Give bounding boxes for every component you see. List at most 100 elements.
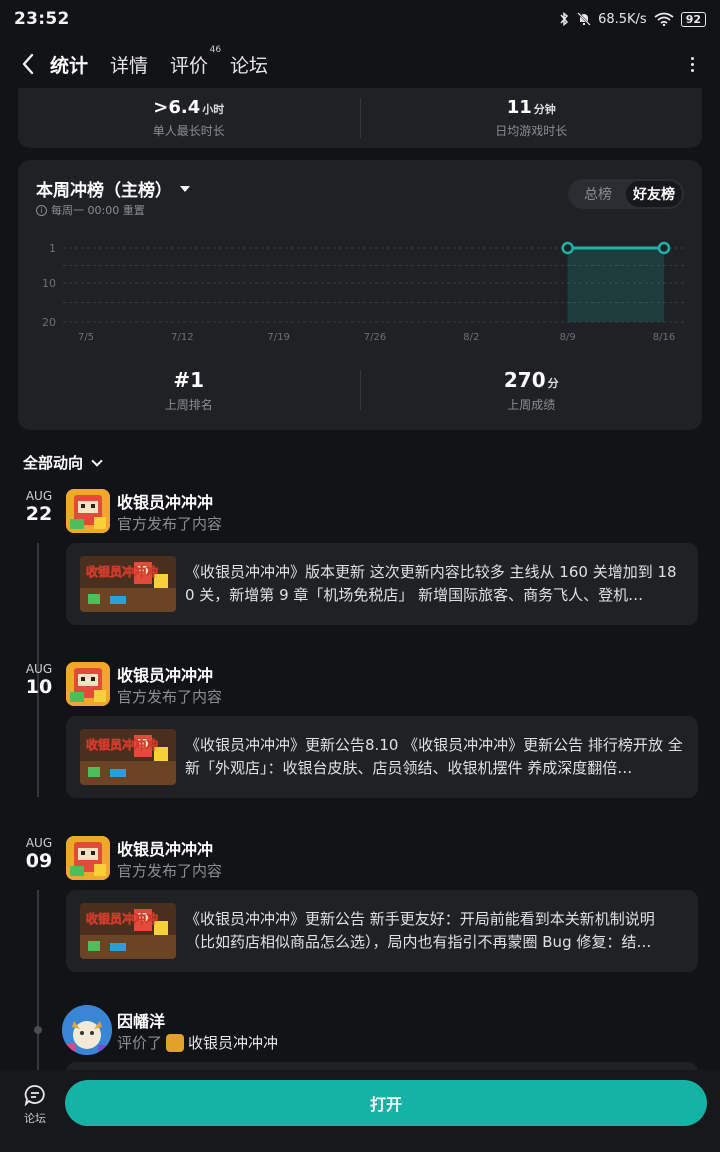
post-card[interactable]: 收银员冲冲冲 《收银员冲冲冲》更新公告8.10 《收银员冲冲冲》更新公告 排行榜… — [66, 716, 698, 798]
info-icon: i — [36, 204, 47, 216]
feed-action-text: 官方发布了内容 — [117, 862, 223, 880]
post-card[interactable]: 收银员冲冲冲 《收银员冲冲冲》版本更新 这次更新内容比较多 主线从 160 关增… — [66, 543, 698, 625]
reviews-count-badge: 46 — [209, 44, 222, 55]
user-avatar-image — [62, 1005, 112, 1055]
chevron-left-icon — [22, 53, 34, 75]
ranking-reset-note: i 每周一 00:00 重置 — [36, 202, 145, 218]
post-thumbnail: 收银员冲冲冲 — [80, 556, 176, 612]
seg-total-rank[interactable]: 总榜 — [570, 181, 626, 207]
max-time-unit: 小时 — [202, 103, 225, 116]
max-time-label: 单人最长时长 — [152, 124, 225, 138]
post-thumbnail: 收银员冲冲冲 — [80, 729, 176, 785]
thumbnail-image: 收银员冲冲冲 — [80, 556, 176, 612]
y-tick-label: 10 — [42, 277, 56, 290]
y-tick-label: 1 — [49, 242, 56, 255]
date-day: 22 — [25, 503, 53, 525]
daily-time-stat: 11 分钟 日均游戏时长 — [361, 88, 703, 148]
caret-down-icon — [180, 185, 190, 192]
battery-indicator: 92 — [680, 11, 706, 27]
last-week-rank-stat: #1 上周排名 — [18, 360, 360, 420]
thumbnail-title: 收银员冲冲冲 — [86, 911, 158, 926]
post-text: 《收银员冲冲冲》更新公告8.10 《收银员冲冲冲》更新公告 排行榜开放 全新「外… — [185, 736, 683, 777]
feed-action-text: 评价了 — [117, 1034, 163, 1052]
last-week-rank: #1 — [173, 367, 205, 392]
max-time-stat: >6.4 小时 单人最长时长 — [18, 88, 360, 148]
game-logo-icon — [66, 836, 110, 880]
feed-action: 评价了 收银员冲冲冲 — [117, 1032, 278, 1053]
back-button[interactable] — [8, 44, 48, 84]
feed-action: 官方发布了内容 — [117, 513, 222, 534]
wifi-icon — [654, 12, 674, 26]
post-thumbnail: 收银员冲冲冲 — [80, 903, 176, 959]
feed-action: 官方发布了内容 — [117, 686, 222, 707]
feed-filter-dropdown[interactable]: 全部动向 — [23, 452, 103, 473]
x-tick-label: 8/2 — [463, 332, 479, 343]
x-tick-label: 7/19 — [267, 332, 289, 343]
last-week-score: 270 — [503, 367, 546, 392]
playtime-stats-card: >6.4 小时 单人最长时长 11 分钟 日均游戏时长 — [18, 88, 702, 148]
feed-filter-label: 全部动向 — [23, 454, 84, 472]
thumbnail-title: 收银员冲冲冲 — [86, 564, 158, 579]
tab-reviews[interactable]: 评价 46 — [168, 45, 221, 78]
chevron-down-icon — [91, 454, 103, 467]
timeline-line — [37, 890, 39, 1070]
daily-time-value: 11 — [506, 97, 532, 118]
ranking-title-dropdown[interactable]: 本周冲榜（主榜） — [36, 176, 190, 201]
feed-date: AUG 09 — [22, 836, 56, 872]
post-text: 《收银员冲冲冲》更新公告 新手更友好：开局前能看到本关新机制说明（比如药店相似商… — [185, 910, 655, 951]
max-time-prefix: > — [153, 97, 169, 118]
date-month: AUG — [25, 662, 53, 676]
timeline-dot — [34, 1026, 42, 1034]
x-tick-label: 8/9 — [560, 332, 576, 343]
thumbnail-image: 收银员冲冲冲 — [80, 903, 176, 959]
x-tick-label: 7/12 — [171, 332, 193, 343]
ranking-title: 本周冲榜（主榜） — [36, 181, 172, 201]
feed-author[interactable]: 收银员冲冲冲 — [117, 662, 213, 686]
user-avatar[interactable] — [62, 1005, 112, 1055]
more-menu-button[interactable] — [680, 52, 704, 76]
forum-button[interactable]: 论坛 — [14, 1084, 56, 1130]
daily-time-label: 日均游戏时长 — [495, 124, 568, 138]
tab-details[interactable]: 详情 — [108, 51, 150, 78]
game-avatar[interactable] — [66, 489, 110, 533]
feed-author[interactable]: 收银员冲冲冲 — [117, 489, 213, 513]
tab-reviews-label: 评价 — [170, 54, 209, 77]
status-time: 23:52 — [14, 9, 70, 29]
seg-friends-rank[interactable]: 好友榜 — [626, 181, 682, 207]
feed-action: 官方发布了内容 — [117, 860, 222, 881]
game-avatar[interactable] — [66, 662, 110, 706]
status-icons: 68.5K/s 92 — [558, 11, 706, 27]
feed-date: AUG 22 — [22, 489, 56, 525]
tab-forum[interactable]: 论坛 — [228, 51, 270, 78]
feed-date: AUG 10 — [22, 662, 56, 698]
last-week-score-unit: 分 — [547, 376, 559, 390]
last-week-stats: #1 上周排名 270 分 上周成绩 — [18, 360, 702, 420]
ranking-scope-toggle: 总榜 好友榜 — [568, 179, 684, 209]
series-point — [657, 241, 671, 255]
feed-author[interactable]: 因幡洋 — [117, 1008, 165, 1032]
post-card[interactable]: 收银员冲冲冲 《收银员冲冲冲》更新公告 新手更友好：开局前能看到本关新机制说明（… — [66, 890, 698, 972]
game-mini-icon — [166, 1033, 185, 1052]
max-time-value: 6.4 — [168, 97, 201, 118]
forum-label: 论坛 — [24, 1112, 46, 1125]
game-logo-icon — [66, 662, 110, 706]
date-day: 10 — [25, 676, 53, 698]
bluetooth-icon — [560, 12, 569, 26]
daily-time-unit: 分钟 — [533, 103, 556, 116]
date-day: 09 — [25, 850, 53, 872]
x-tick-label: 7/26 — [364, 332, 386, 343]
y-tick-label: 20 — [42, 316, 56, 329]
feed-author[interactable]: 收银员冲冲冲 — [117, 836, 213, 860]
open-game-button[interactable]: 打开 — [65, 1080, 707, 1126]
game-logo-icon — [66, 489, 110, 533]
feed-action-text: 官方发布了内容 — [117, 688, 223, 706]
last-week-rank-label: 上周排名 — [164, 397, 213, 412]
game-avatar[interactable] — [66, 836, 110, 880]
thumbnail-title: 收银员冲冲冲 — [86, 737, 158, 752]
review-target[interactable]: 收银员冲冲冲 — [188, 1032, 278, 1053]
forum-chat-icon — [24, 1085, 45, 1106]
status-bar: 23:52 68.5K/s 92 — [0, 0, 720, 38]
tab-stats[interactable]: 统计 — [48, 51, 91, 83]
post-text: 《收银员冲冲冲》版本更新 这次更新内容比较多 主线从 160 关增加到 180 … — [185, 563, 677, 604]
date-month: AUG — [25, 489, 53, 503]
